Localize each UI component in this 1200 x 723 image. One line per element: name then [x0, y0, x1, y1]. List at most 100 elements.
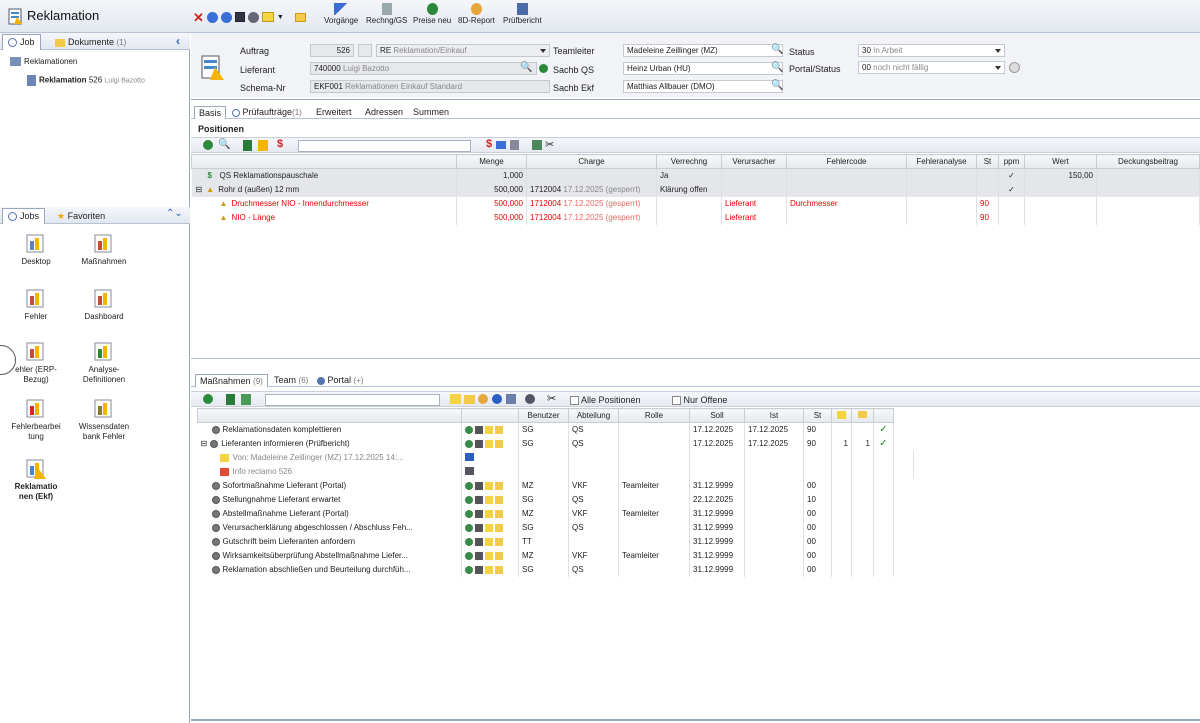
table-row[interactable]: Reklamationsdaten komplettieren SG QS 17.12…: [197, 422, 914, 437]
search-icon[interactable]: 🔍: [771, 62, 783, 73]
auftrag-type-select[interactable]: RE Reklamation/Einkauf: [376, 44, 550, 57]
add-icon[interactable]: [203, 140, 213, 150]
massnahmen-search-input[interactable]: [265, 394, 440, 406]
lock-icon[interactable]: [510, 140, 519, 150]
col-header[interactable]: Fehlercode: [786, 154, 907, 169]
pen-icon[interactable]: [475, 551, 483, 560]
job-massnahmen[interactable]: Maßnahmen: [69, 233, 139, 267]
table-row[interactable]: ⊟ Lieferanten informieren (Prüfbericht) SG…: [197, 436, 914, 451]
pen-icon[interactable]: [475, 481, 483, 490]
portal-select[interactable]: 00 noch nicht fällig: [858, 61, 1005, 74]
mail-icon[interactable]: [485, 565, 493, 574]
dollar-icon[interactable]: $: [277, 138, 283, 150]
pen-icon[interactable]: [475, 495, 483, 504]
tab-job[interactable]: Job: [2, 34, 41, 50]
col-header[interactable]: Abteilung: [568, 408, 619, 423]
table-row[interactable]: Sofortmaßnahme Lieferant (Portal) MZ VKF Te…: [197, 478, 914, 493]
collapse-icon[interactable]: ⊟: [196, 185, 203, 194]
tab-team[interactable]: Team (6): [270, 374, 312, 387]
col-header[interactable]: St: [803, 408, 832, 423]
folder-icon[interactable]: [495, 495, 503, 504]
positionen-search-input[interactable]: [298, 140, 471, 152]
alle-positionen-checkbox[interactable]: Alle Positionen: [570, 395, 641, 406]
users-icon[interactable]: [465, 523, 473, 532]
folder-icon[interactable]: [294, 12, 306, 22]
table-row[interactable]: Reklamation abschließen und Beurteilung …: [197, 562, 914, 577]
note-dropdown-icon[interactable]: [261, 12, 274, 22]
info-icon[interactable]: [492, 394, 502, 404]
mail-icon[interactable]: [485, 426, 493, 435]
col-header[interactable]: Wert: [1024, 154, 1097, 169]
tab-basis[interactable]: Basis: [194, 106, 227, 119]
job-fehlerbearbeitung[interactable]: Fehlerbearbei tung: [1, 398, 71, 442]
mail-icon[interactable]: [485, 551, 493, 560]
col-header[interactable]: Deckungsbeitrag: [1096, 154, 1200, 169]
sub-item-row[interactable]: Von: Madeleine Zeillinger (MZ) 17.12.202…: [197, 450, 914, 465]
tab-portal[interactable]: Portal (+): [313, 374, 368, 387]
teamleiter-input[interactable]: Madeleine Zeillinger (MZ): [623, 44, 783, 57]
search-icon[interactable]: 🔍: [218, 139, 230, 150]
tab-jobs[interactable]: Jobs: [2, 208, 46, 224]
collapse-icon[interactable]: ⊟: [201, 439, 208, 448]
lieferant-input[interactable]: 740000 Luigi Bazotto: [310, 62, 537, 75]
mail-icon[interactable]: [485, 537, 493, 546]
excel-icon[interactable]: [226, 394, 235, 405]
col-header[interactable]: Verursacher: [721, 154, 787, 169]
users-icon[interactable]: [465, 426, 473, 435]
col-header[interactable]: ppm: [998, 154, 1025, 169]
sachbqs-input[interactable]: Heinz Urban (HU): [623, 62, 783, 75]
rechng-button[interactable]: Rechng/GS: [366, 3, 407, 25]
tools-icon[interactable]: ✂: [547, 392, 556, 405]
tab-erweitert[interactable]: Erweitert: [312, 106, 356, 119]
folder-icon[interactable]: [495, 537, 503, 546]
col-header[interactable]: Ist: [744, 408, 804, 423]
search-icon[interactable]: 🔍: [771, 44, 783, 55]
search-icon[interactable]: 🔍: [520, 62, 532, 73]
print-icon[interactable]: [465, 466, 474, 475]
status-select[interactable]: 30 In Arbeit: [858, 44, 1005, 57]
users-icon[interactable]: [465, 509, 473, 518]
portal-status-icon[interactable]: [1009, 62, 1020, 73]
users-icon[interactable]: [465, 565, 473, 574]
table-row[interactable]: Gutschrift beim Lieferanten anfordern TT 3…: [197, 534, 914, 549]
save-icon[interactable]: [234, 12, 245, 22]
table-row[interactable]: Verursacherklärung abgeschlossen / Absch…: [197, 520, 914, 535]
pen-icon[interactable]: [475, 439, 483, 448]
col-header[interactable]: Soll: [689, 408, 745, 423]
mail-icon[interactable]: [485, 509, 493, 518]
tab-massnahmen[interactable]: Maßnahmen (9): [195, 374, 268, 387]
job-desktop[interactable]: Desktop: [1, 233, 71, 267]
edit-icon[interactable]: [258, 140, 268, 151]
folder-icon[interactable]: [495, 551, 503, 560]
job-fehler[interactable]: Fehler: [1, 288, 71, 322]
col-header[interactable]: Fehleranalyse: [906, 154, 977, 169]
user-icon[interactable]: [506, 394, 516, 404]
job-analyse-definitionen[interactable]: Analyse- Definitionen: [69, 341, 139, 385]
search-icon[interactable]: 🔍: [771, 80, 783, 91]
group-icon[interactable]: [532, 140, 542, 150]
export-icon[interactable]: [241, 394, 251, 405]
table-row[interactable]: ⊟ ▲ Rohr d (außen) 12 mm 500,000 1712004 17.…: [191, 182, 1200, 197]
folder-icon[interactable]: [495, 565, 503, 574]
excel-icon[interactable]: [243, 140, 252, 151]
tab-pruefauftraege[interactable]: Prüfaufträge(1): [228, 106, 306, 119]
col-header[interactable]: Menge: [456, 154, 527, 169]
globe-icon[interactable]: [539, 64, 548, 73]
folder-icon[interactable]: [495, 481, 503, 490]
table-row[interactable]: $ QS Reklamationspauschale 1,000 Ja ✓ 150,00: [191, 168, 1200, 183]
mail-icon[interactable]: [485, 481, 493, 490]
collapse-jobs-icon[interactable]: ⌃⌄: [166, 208, 183, 219]
chevron-down-icon[interactable]: ▼: [277, 14, 284, 21]
pen-icon[interactable]: [475, 537, 483, 546]
mail-icon[interactable]: [485, 439, 493, 448]
preise-button[interactable]: Preise neu: [413, 3, 451, 25]
tab-summen[interactable]: Summen: [409, 106, 453, 119]
tab-dokumente[interactable]: Dokumente (1): [50, 35, 131, 49]
table-row[interactable]: Wirksamkeitsüberprüfung Abstellmaßnahme …: [197, 548, 914, 563]
pen-icon[interactable]: [475, 426, 483, 435]
table-row[interactable]: Abstellmaßnahme Lieferant (Portal) MZ VKF T…: [197, 506, 914, 521]
col-header[interactable]: St: [976, 154, 999, 169]
pruefbericht-button[interactable]: Prüfbericht: [503, 3, 542, 25]
users-icon[interactable]: [465, 537, 473, 546]
tab-adressen[interactable]: Adressen: [361, 106, 407, 119]
